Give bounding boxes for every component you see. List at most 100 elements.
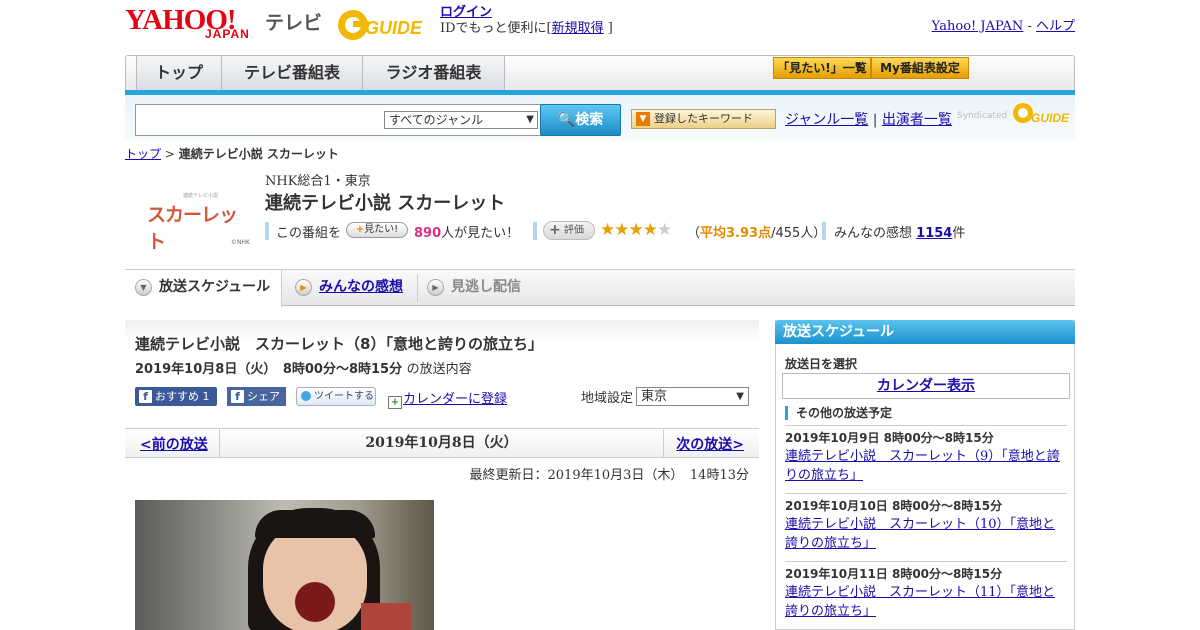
schedule-title-link[interactable]: 連続テレビ小説 スカーレット（11）「意地と誇りの旅立ち」 [785, 583, 1067, 621]
search-links: ジャンル一覧 | 出演者一覧 [785, 109, 952, 129]
syndicated-label: Syndicated [957, 111, 1008, 121]
region-label: 地域設定 [581, 391, 634, 406]
header-links: Yahoo! JAPAN - ヘルプ [932, 15, 1075, 34]
episode-photo [135, 500, 434, 630]
nav-tab-radio-schedule[interactable]: ラジオ番組表 [362, 56, 505, 91]
impressions-count-link[interactable]: 1154 [916, 226, 952, 241]
sidebar-title: 放送スケジュール [775, 320, 1075, 344]
photo-clothing-shape [361, 603, 411, 630]
photo-bangs-shape [255, 510, 375, 538]
schedule-datetime: 2019年10月11日 8時00分～8時15分 [785, 567, 1003, 581]
search-button[interactable]: 🔍検索 [540, 104, 621, 136]
nav-tab-tv-schedule[interactable]: テレビ番組表 [221, 56, 363, 91]
tab-impressions[interactable]: ▶ みんなの感想 [285, 270, 415, 306]
gguide-logo[interactable]: GUIDE [335, 7, 431, 43]
gguide-small-logo: GUIDE [1013, 103, 1070, 125]
gguide-small-logo-text: GUIDE [1031, 111, 1070, 125]
schedule-item: 2019年10月11日 8時00分～8時15分 連続テレビ小説 スカーレット（1… [785, 561, 1067, 621]
rating-count: /455人） [771, 226, 827, 241]
calendar-add-icon: + [388, 396, 402, 409]
last-updated: 最終更新日：2019年10月3日（木） 14時13分 [469, 468, 749, 483]
tab-schedule[interactable]: ▼ 放送スケジュール [125, 270, 282, 307]
genre-select[interactable]: すべてのジャンル ▼ [384, 111, 538, 129]
rate-button[interactable]: + 評価 [543, 221, 595, 240]
registered-keyword-label: 登録したキーワード [654, 112, 753, 125]
main-nav: トップ テレビ番組表 ラジオ番組表 「見たい!」一覧 My番組表設定 [125, 55, 1075, 91]
schedule-datetime: 2019年10月10日 8時00分～8時15分 [785, 499, 1003, 513]
schedule-sidebar: 放送スケジュール 放送日を選択 カレンダー表示 その他の放送予定 2019年10… [775, 320, 1075, 630]
star-half-icon: ★ [642, 220, 658, 240]
tweet-button[interactable]: ツイートする [296, 387, 376, 406]
gguide-logo-text: GUIDE [365, 18, 423, 38]
genre-list-link[interactable]: ジャンル一覧 [785, 112, 868, 128]
star-icon: ★ [600, 220, 615, 240]
login-link[interactable]: ログイン [440, 5, 492, 20]
stat-divider [265, 222, 269, 240]
login-close-bracket: ] [607, 21, 613, 36]
episode-navigation: <前の放送 2019年10月8日（火） 次の放送> [125, 428, 759, 458]
search-icon: 🔍 [557, 112, 576, 128]
signup-link[interactable]: 新規取得 [552, 21, 604, 36]
rating-stars: ★★★★★ [600, 220, 672, 240]
current-episode-date: 2019年10月8日（火） [219, 429, 664, 457]
breadcrumb-separator: > [164, 147, 175, 161]
help-link[interactable]: ヘルプ [1036, 19, 1075, 34]
genre-select-value: すべてのジャンル [389, 113, 484, 127]
impressions-summary: みんなの感想 1154件 [834, 222, 965, 241]
mitai-list-button[interactable]: 「見たい!」一覧 [773, 57, 871, 79]
episode-title: 連続テレビ小説 スカーレット（8）「意地と誇りの旅立ち」 [135, 335, 543, 353]
want-button[interactable]: +見たい! [346, 222, 408, 238]
program-channel: NHK総合1・東京 [265, 174, 371, 189]
facebook-share-label: シェア [247, 390, 280, 403]
breadcrumb-top-link[interactable]: トップ [125, 147, 161, 161]
region-select[interactable]: 東京 ▼ [636, 387, 749, 406]
calendar-register[interactable]: + カレンダーに登録 [388, 388, 507, 409]
schedule-datetime: 2019年10月9日 8時00分～8時15分 [785, 431, 994, 445]
calendar-register-link[interactable]: カレンダーに登録 [403, 392, 507, 407]
program-title: 連続テレビ小説 スカーレット [265, 193, 506, 214]
star-empty-icon: ★ [657, 220, 672, 240]
rating-summary: （平均3.93点/455人） [687, 222, 826, 241]
calendar-display-button[interactable]: カレンダー表示 [782, 373, 1070, 399]
program-tabbar: ▼ 放送スケジュール ▶ みんなの感想 ▶ 見逃し配信 [125, 269, 1075, 307]
program-logo-subtitle: 連続テレビ小説 [183, 193, 219, 199]
login-prompt: IDでもっと便利に[ [440, 21, 552, 36]
episode-datetime: 2019年10月8日（火） 8時00分～8時15分 の放送内容 [135, 358, 472, 377]
program-stats: この番組を +見たい! 890人が見たい！ + 評価 ★★★★★ （平均3.93点… [265, 220, 1025, 242]
program-logo-copyright: ©NHK [231, 239, 250, 246]
calendar-display-link: カレンダー表示 [877, 378, 975, 394]
chevron-down-icon: ▼ [135, 279, 152, 296]
facebook-recommend-button[interactable]: f おすすめ 1 [135, 387, 217, 406]
star-icon: ★ [628, 220, 644, 240]
site-header: YAHOO! JAPAN テレビ GUIDE ログイン IDでもっと便利に[新規… [125, 5, 1075, 50]
stat-divider [533, 222, 537, 240]
login-area: ログイン IDでもっと便利に[新規取得 ] [440, 5, 613, 37]
episode-datetime-value: 2019年10月8日（火） 8時00分～8時15分 [135, 362, 403, 377]
social-bar: f おすすめ 1 f シェア ツイートする + カレンダーに登録 地域設定 東京 … [135, 387, 755, 409]
facebook-share-button[interactable]: f シェア [227, 387, 286, 406]
tv-logo-text[interactable]: テレビ [265, 8, 322, 35]
schedule-title-link[interactable]: 連続テレビ小説 スカーレット（9）「意地と誇りの旅立ち」 [785, 447, 1067, 485]
search-area: すべてのジャンル ▼ 🔍検索 ▼ 登録したキーワード ジャンル一覧 | 出演者一… [125, 95, 1075, 140]
twitter-icon [301, 391, 311, 401]
performer-list-link[interactable]: 出演者一覧 [882, 112, 952, 128]
yahoo-japan-link[interactable]: Yahoo! JAPAN [932, 19, 1024, 34]
star-icon: ★ [614, 220, 629, 240]
nav-tab-top[interactable]: トップ [136, 56, 222, 91]
plus-icon: + [549, 222, 561, 238]
facebook-recommend-label: おすすめ 1 [155, 390, 210, 403]
prev-episode-link[interactable]: <前の放送 [140, 434, 208, 454]
select-date-label: 放送日を選択 [785, 357, 858, 371]
schedule-title-link[interactable]: 連続テレビ小説 スカーレット（10）「意地と誇りの旅立ち」 [785, 515, 1067, 553]
my-schedule-button[interactable]: My番組表設定 [871, 57, 969, 79]
registered-keyword-button[interactable]: ▼ 登録したキーワード [631, 109, 776, 129]
want-prefix: この番組を [276, 226, 342, 241]
yahoo-japan-logo-text: JAPAN [205, 27, 250, 41]
photo-mouth-shape [295, 582, 335, 622]
next-episode-link[interactable]: 次の放送> [676, 434, 744, 454]
episode-datetime-suffix: の放送内容 [406, 362, 472, 377]
tab-catchup-label: 見逃し配信 [451, 279, 521, 295]
rate-button-label: 評価 [564, 225, 584, 236]
impressions-suffix: 件 [952, 226, 966, 241]
breadcrumb-current: 連続テレビ小説 スカーレット [178, 147, 339, 161]
